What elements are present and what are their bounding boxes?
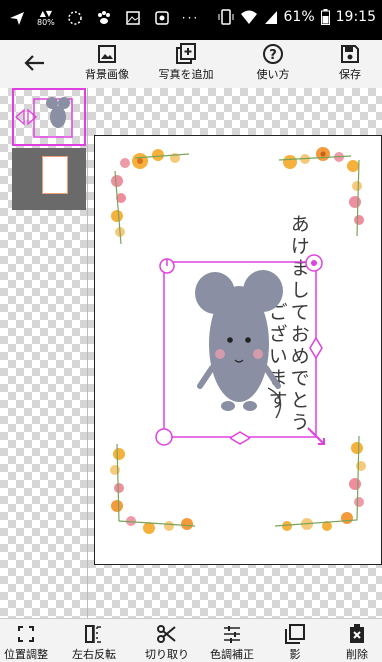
crop-button[interactable]: 切り取り [143, 624, 191, 662]
rotate-handle[interactable] [157, 256, 179, 278]
vibrate-icon [68, 11, 82, 25]
wifi-icon [240, 10, 257, 24]
mouse-thumbnail [15, 97, 73, 138]
help-label: 使い方 [256, 68, 290, 81]
card-thumbnail [42, 156, 68, 194]
selection-frame[interactable] [150, 250, 332, 450]
position-adjust-label: 位置調整 [4, 648, 48, 661]
add-photo-icon [176, 43, 196, 64]
status-icons-left: ▲▼ 80% ··· [8, 9, 199, 27]
background-image-button[interactable]: 背景画像 [80, 43, 134, 82]
add-photo-button[interactable]: 写真を追加 [153, 43, 219, 82]
delete-icon [350, 624, 364, 643]
save-button[interactable]: 保存 [333, 43, 367, 82]
back-button[interactable] [22, 50, 48, 76]
bottom-toolbar: 位置調整 左右反転 切り取り 色調補正 影 削除 [0, 618, 382, 662]
tune-icon [224, 626, 240, 643]
background-image-label: 背景画像 [85, 68, 129, 81]
vibrate-mode-icon [218, 9, 234, 25]
background-image-icon [98, 45, 116, 63]
flower-cluster-top-left [111, 149, 190, 245]
status-bar: ▲▼ 80% ··· 61% 19:15 [0, 0, 382, 40]
flower-cluster-bottom-right [274, 435, 366, 531]
layer-thumb-mouse[interactable] [12, 88, 86, 146]
add-photo-label: 写真を追加 [158, 68, 214, 81]
app-icon [155, 11, 169, 25]
svg-text:?: ? [269, 48, 277, 63]
position-adjust-icon [18, 626, 34, 642]
clock: 19:15 [335, 9, 376, 25]
battery-percent: 61% [283, 9, 315, 25]
delete-label: 削除 [346, 648, 368, 661]
crop-label: 切り取り [145, 648, 189, 661]
signal-icon [264, 11, 277, 24]
battery-icon [320, 9, 330, 25]
shadow-button[interactable]: 影 [280, 624, 310, 662]
shadow-icon [285, 624, 305, 644]
more-icon: ··· [181, 11, 200, 25]
data-speed-label: 80% [37, 18, 55, 27]
layer-thumb-card[interactable] [12, 148, 86, 210]
flip-label: 左右反転 [72, 648, 116, 661]
save-icon [341, 45, 359, 63]
scissors-icon [157, 625, 176, 643]
layer-sidebar [0, 88, 88, 618]
top-toolbar: 背景画像 写真を追加 ? 使い方 保存 [0, 40, 382, 89]
help-icon: ? [263, 44, 283, 64]
color-adjust-label: 色調補正 [210, 648, 254, 661]
delete-button[interactable]: 削除 [340, 624, 374, 662]
help-button[interactable]: ? 使い方 [250, 43, 296, 82]
image-icon [126, 11, 140, 25]
paw-icon [97, 11, 110, 24]
position-adjust-button[interactable]: 位置調整 [4, 624, 48, 662]
scale-handle[interactable] [302, 424, 328, 450]
status-icons-right: 61% 19:15 [218, 8, 376, 26]
color-adjust-button[interactable]: 色調補正 [205, 624, 259, 662]
data-speed-icon: ▲▼ 80% [37, 9, 55, 27]
shadow-label: 影 [289, 648, 301, 661]
flower-cluster-bottom-left [110, 443, 196, 534]
save-label: 保存 [339, 68, 361, 81]
send-icon [10, 12, 24, 25]
flip-button[interactable]: 左右反転 [67, 624, 121, 662]
flip-horizontal-icon [85, 625, 101, 643]
